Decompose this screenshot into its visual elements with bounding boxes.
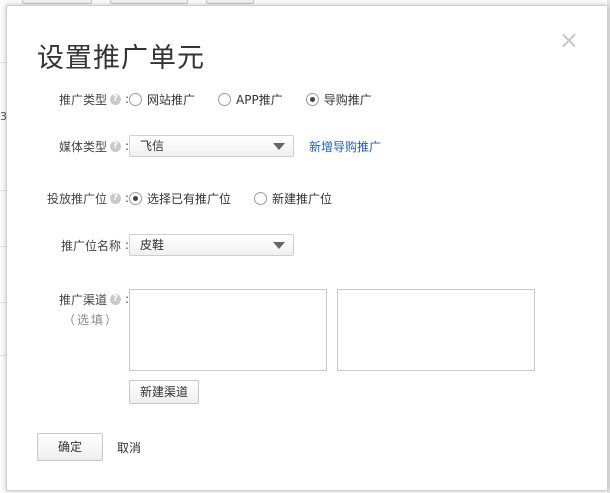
cancel-link[interactable]: 取消 — [117, 439, 141, 456]
placement-row: 投放推广位 ? : 选择已有推广位 新建推广位 — [7, 185, 607, 211]
dialog-title: 设置推广单元 — [37, 43, 205, 74]
help-icon[interactable]: ? — [109, 192, 121, 204]
radio-circle-checked[interactable] — [305, 92, 319, 106]
channel-label-group: 推广渠道 ? : — [59, 291, 129, 308]
placement-name-label-group: 推广位名称 : — [61, 237, 129, 254]
channel-optional-hint: （选填） — [62, 313, 119, 327]
radio-label: 网站推广 — [147, 92, 196, 107]
radio-circle[interactable] — [129, 92, 142, 106]
promo-type-option-website[interactable]: 网站推广 — [129, 91, 195, 108]
placement-name-value: 皮鞋 — [140, 238, 165, 252]
placement-label-group: 投放推广位 ? : — [47, 190, 129, 207]
background-button — [22, 0, 92, 4]
media-type-value: 飞信 — [140, 139, 165, 153]
placement-name-select[interactable]: 皮鞋 — [129, 234, 294, 256]
placement-name-label: 推广位名称 — [60, 238, 121, 253]
background-button — [206, 0, 254, 4]
help-icon[interactable]: ? — [109, 140, 121, 152]
new-channel-button[interactable]: 新建渠道 — [129, 380, 199, 404]
promo-type-label-group: 推广类型 ? : — [59, 91, 129, 108]
channel-label: 推广渠道 — [58, 292, 107, 307]
radio-circle[interactable] — [254, 191, 268, 205]
radio-label: 导购推广 — [323, 92, 372, 107]
help-icon[interactable]: ? — [109, 93, 121, 105]
chevron-down-icon — [273, 143, 285, 150]
radio-label: 选择已有推广位 — [147, 191, 232, 206]
media-type-row: 媒体类型 ? : 飞信 新增导购推广 — [7, 133, 607, 159]
promo-type-row: 推广类型 ? : 网站推广 APP推广 导购推广 — [7, 86, 607, 112]
placement-option-new[interactable]: 新建推广位 — [254, 190, 332, 207]
radio-circle[interactable] — [218, 92, 232, 106]
media-type-label: 媒体类型 — [58, 139, 107, 154]
confirm-button[interactable]: 确定 — [37, 433, 103, 461]
radio-label: APP推广 — [236, 92, 283, 107]
help-icon[interactable]: ? — [109, 293, 121, 305]
placement-label: 投放推广位 — [46, 191, 107, 206]
placement-radio-group: 选择已有推广位 新建推广位 — [129, 190, 355, 207]
close-icon[interactable]: × — [559, 28, 579, 52]
media-type-select[interactable]: 飞信 — [129, 135, 294, 157]
promo-type-option-app[interactable]: APP推广 — [218, 91, 283, 108]
promo-type-label: 推广类型 — [58, 92, 107, 107]
add-shopping-guide-link[interactable]: 新增导购推广 — [309, 138, 381, 155]
placement-name-row: 推广位名称 : 皮鞋 — [7, 232, 607, 258]
radio-circle-checked[interactable] — [129, 191, 142, 205]
channel-list-right[interactable] — [337, 289, 535, 371]
placement-option-existing[interactable]: 选择已有推广位 — [129, 190, 231, 207]
media-type-label-group: 媒体类型 ? : — [59, 138, 129, 155]
radio-label: 新建推广位 — [272, 191, 333, 206]
background-button — [110, 0, 188, 4]
channel-list-left[interactable] — [129, 289, 327, 371]
setup-promotion-unit-dialog: × 设置推广单元 推广类型 ? : 网站推广 APP推广 导购推广 媒体类型 ?… — [6, 5, 608, 491]
promo-type-radio-group: 网站推广 APP推广 导购推广 — [129, 91, 395, 108]
chevron-down-icon — [273, 242, 285, 249]
promo-type-option-shopping-guide[interactable]: 导购推广 — [305, 91, 372, 108]
